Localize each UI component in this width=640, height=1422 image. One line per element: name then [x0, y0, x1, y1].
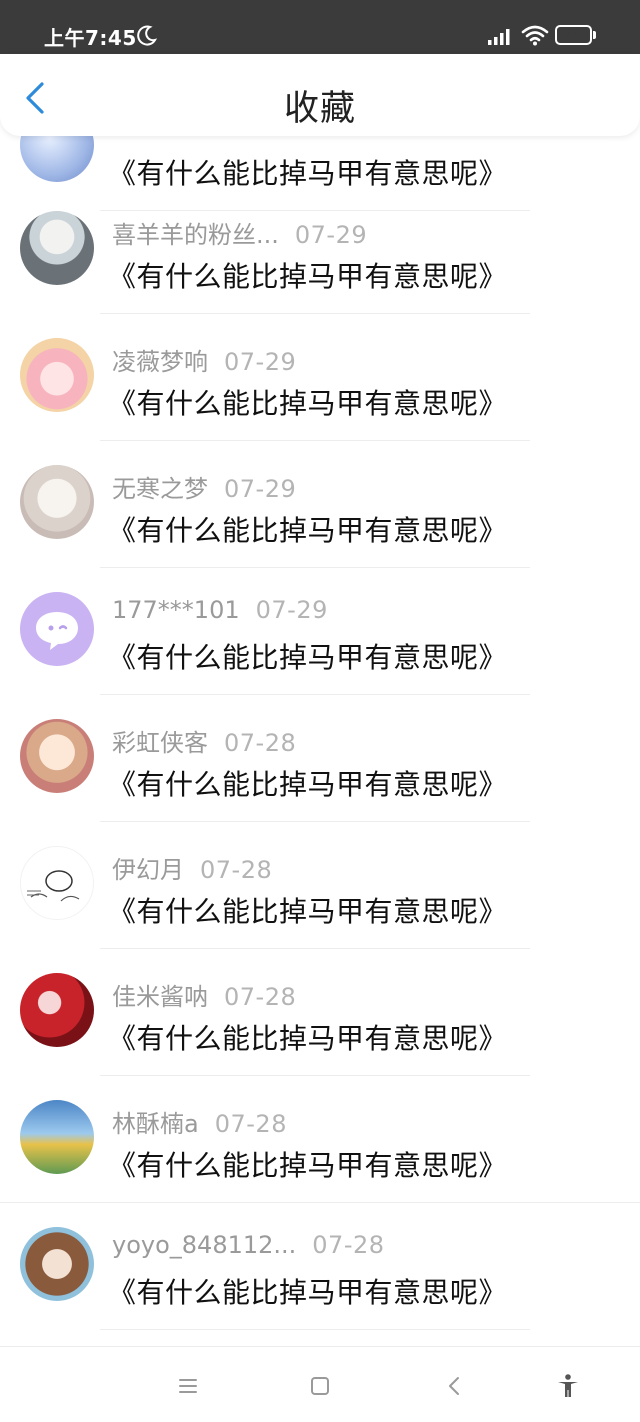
page-title: 收藏	[283, 89, 356, 129]
header: 收藏	[0, 54, 640, 136]
avatar[interactable]	[20, 973, 94, 1047]
home-icon[interactable]	[307, 1373, 333, 1399]
item-text: 《有什么能比掉马甲有意思呢》	[108, 768, 508, 801]
avatar[interactable]	[20, 465, 94, 539]
wifi-icon	[521, 25, 549, 46]
avatar[interactable]	[20, 1100, 94, 1174]
post-date: 07-28	[200, 856, 273, 884]
post-date: 07-28	[312, 1231, 385, 1259]
battery-percent: 76	[564, 26, 583, 41]
item-text: 《有什么能比掉马甲有意思呢》	[108, 260, 508, 293]
user-name[interactable]: yoyo_848112...	[112, 1231, 296, 1259]
user-name[interactable]: 喜羊羊的粉丝...	[112, 221, 279, 249]
chat-bubble-icon	[36, 612, 78, 650]
sketch-drawing-icon	[27, 870, 80, 902]
item-text: 《有什么能比掉马甲有意思呢》	[108, 157, 508, 190]
user-name[interactable]: 林酥楠a	[112, 1110, 199, 1138]
favorites-list: 《有什么能比掉马甲有意思呢》 喜羊羊的粉丝... 07-29 《有什么能比掉马甲有…	[0, 0, 640, 1346]
back-icon[interactable]	[442, 1373, 468, 1399]
list-item[interactable]: 无寒之梦 07-29 《有什么能比掉马甲有意思呢》	[0, 441, 640, 568]
post-date: 07-29	[224, 348, 297, 376]
user-name[interactable]: 无寒之梦	[112, 475, 208, 503]
avatar[interactable]	[20, 211, 94, 285]
post-date: 07-29	[224, 475, 297, 503]
avatar[interactable]	[20, 1227, 94, 1301]
post-date: 07-29	[294, 221, 368, 249]
user-name[interactable]: 佳米酱呐	[112, 983, 208, 1011]
list-item[interactable]: yoyo_848112... 07-28 《有什么能比掉马甲有意思呢》	[0, 1203, 640, 1330]
item-text: 《有什么能比掉马甲有意思呢》	[108, 641, 508, 674]
user-name[interactable]: 伊幻月	[112, 856, 184, 884]
list-item[interactable]: 佳米酱呐 07-28 《有什么能比掉马甲有意思呢》	[0, 949, 640, 1076]
system-nav-bar	[0, 1346, 640, 1422]
divider	[100, 1329, 530, 1330]
list-item[interactable]: 林酥楠a 07-28 《有什么能比掉马甲有意思呢》	[0, 1076, 640, 1203]
list-item[interactable]: 伊幻月 07-28 《有什么能比掉马甲有意思呢》	[0, 822, 640, 949]
list-item[interactable]: 喜羊羊的粉丝... 07-29 《有什么能比掉马甲有意思呢》	[0, 187, 640, 314]
avatar[interactable]	[20, 846, 94, 920]
avatar[interactable]	[20, 592, 94, 666]
avatar[interactable]	[20, 338, 94, 412]
user-name[interactable]: 彩虹侠客	[112, 729, 208, 757]
item-text: 《有什么能比掉马甲有意思呢》	[108, 1022, 508, 1055]
user-name[interactable]: 177***101	[112, 596, 240, 624]
post-date: 07-28	[224, 729, 297, 757]
post-date: 07-28	[224, 983, 297, 1011]
post-date: 07-29	[255, 596, 328, 624]
item-text: 《有什么能比掉马甲有意思呢》	[108, 1276, 508, 1309]
moon-icon	[137, 25, 158, 46]
item-text: 《有什么能比掉马甲有意思呢》	[108, 895, 508, 928]
item-text: 《有什么能比掉马甲有意思呢》	[108, 514, 508, 547]
status-time: 上午7:45	[44, 26, 137, 50]
avatar[interactable]	[20, 719, 94, 793]
list-item[interactable]: 177***101 07-29 《有什么能比掉马甲有意思呢》	[0, 568, 640, 695]
signal-icon	[488, 29, 510, 45]
item-text: 《有什么能比掉马甲有意思呢》	[108, 1149, 508, 1182]
list-item[interactable]: 凌薇梦响 07-29 《有什么能比掉马甲有意思呢》	[0, 314, 640, 441]
menu-icon[interactable]	[175, 1373, 201, 1399]
post-date: 07-28	[214, 1110, 287, 1138]
list-item[interactable]: 彩虹侠客 07-28 《有什么能比掉马甲有意思呢》	[0, 695, 640, 822]
status-bar: 上午7:45 76	[0, 0, 640, 54]
item-text: 《有什么能比掉马甲有意思呢》	[108, 387, 508, 420]
battery-icon: 76	[555, 25, 597, 45]
user-name[interactable]: 凌薇梦响	[112, 348, 208, 376]
accessibility-icon[interactable]	[555, 1373, 581, 1399]
